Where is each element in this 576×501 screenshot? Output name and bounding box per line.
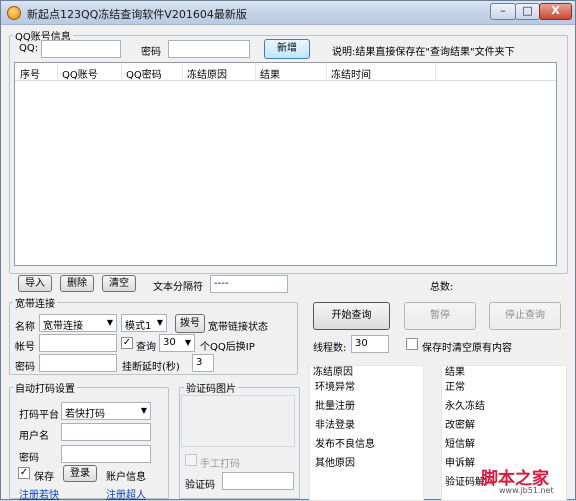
captcha-code-input[interactable] (222, 472, 294, 490)
chevron-down-icon: ▼ (184, 338, 191, 347)
result-item: 正常 (445, 382, 465, 393)
separator-label: 文本分隔符 (153, 282, 203, 293)
broadband-account-label: 帐号 (15, 342, 35, 353)
freeze-reason-item: 环境异常 (315, 382, 355, 393)
dial-button[interactable]: 拨号 (175, 314, 205, 333)
result-item: 永久冻结 (445, 401, 485, 412)
keep-content-label: 保存时清空原有内容 (422, 343, 512, 354)
password-input[interactable] (168, 40, 250, 58)
qq-input[interactable] (41, 40, 121, 58)
register-ruokuai-link[interactable]: 注册若快 (19, 486, 59, 501)
captcha-user-label: 用户名 (19, 431, 49, 442)
threads-label: 线程数: (313, 343, 347, 354)
query-count-value: 30 (163, 337, 176, 348)
broadband-status: 宽带链接状态 (208, 322, 268, 333)
broadband-password-input[interactable] (39, 354, 117, 372)
stop-query-button[interactable]: 停止查询 (489, 302, 561, 330)
manual-captcha-label: 手工打码 (200, 459, 240, 470)
captcha-password-label: 密码 (19, 453, 39, 464)
results-title: 结果 (445, 367, 465, 378)
clear-button[interactable]: 清空 (102, 275, 136, 292)
col-header-index[interactable]: 序号 (20, 66, 40, 81)
broadband-name-select[interactable]: 宽带连接 ▼ (39, 314, 117, 332)
manual-captcha-checkbox[interactable] (185, 454, 197, 466)
watermark-url: www.jb51.net (499, 486, 554, 495)
import-button[interactable]: 导入 (18, 275, 52, 292)
query-label: 查询 (136, 342, 156, 353)
platform-label: 打码平台 (19, 410, 59, 421)
delay-label: 挂断延时(秒) (122, 362, 180, 373)
result-item: 短信解 (445, 439, 475, 450)
broadband-group-title: 宽带连接 (13, 295, 57, 310)
app-icon (7, 6, 21, 20)
result-item: 改密解 (445, 420, 475, 431)
separator-input[interactable]: ---- (210, 275, 288, 293)
captcha-code-label: 验证码 (185, 480, 215, 491)
broadband-name-label: 名称 (15, 322, 35, 333)
table-header: 序号 QQ账号 QQ密码 冻结原因 结果 冻结时间 (15, 63, 556, 81)
checkmark-icon: ✓ (19, 467, 29, 478)
broadband-name-value: 宽带连接 (43, 321, 83, 332)
query-checkbox[interactable]: ✓ (121, 337, 133, 349)
captcha-password-input[interactable] (61, 445, 151, 463)
pause-button[interactable]: 暂停 (404, 302, 476, 330)
captcha-user-input[interactable] (61, 423, 151, 441)
account-table[interactable]: 序号 QQ账号 QQ密码 冻结原因 结果 冻结时间 (14, 62, 557, 266)
checkmark-icon: ✓ (122, 337, 132, 348)
password-label: 密码 (141, 47, 161, 58)
platform-select[interactable]: 若快打码 ▼ (61, 402, 151, 420)
platform-value: 若快打码 (65, 409, 105, 420)
col-header-password[interactable]: QQ密码 (126, 66, 162, 81)
account-info-label: 账户信息 (106, 472, 146, 483)
mode-value: 模式1 (125, 321, 152, 332)
chevron-down-icon: ▼ (156, 318, 163, 327)
col-header-qq[interactable]: QQ账号 (62, 66, 98, 81)
col-header-reason[interactable]: 冻结原因 (187, 66, 227, 81)
captcha-image (181, 395, 295, 447)
register-super-link[interactable]: 注册超人 (106, 486, 146, 501)
ip-change-label: 个QQ后换IP (200, 342, 255, 353)
window-title: 新起点123QQ冻结查询软件V201604最新版 (27, 8, 247, 21)
qq-label: QQ: (19, 43, 39, 54)
title-bar[interactable]: 新起点123QQ冻结查询软件V201604最新版 – □ X (1, 1, 575, 25)
add-button[interactable]: 新增 (264, 39, 310, 59)
broadband-account-input[interactable] (39, 334, 117, 352)
broadband-password-label: 密码 (15, 362, 35, 373)
login-button[interactable]: 登录 (63, 465, 97, 482)
keep-content-checkbox[interactable] (406, 338, 418, 350)
query-count-select[interactable]: 30 ▼ (159, 334, 195, 352)
captcha-image-title: 验证码图片 (184, 380, 238, 395)
minimize-button[interactable]: – (490, 3, 516, 20)
delete-button[interactable]: 删除 (60, 275, 94, 292)
freeze-reason-item: 非法登录 (315, 420, 355, 431)
close-button[interactable]: X (539, 3, 572, 20)
delay-input[interactable]: 3 (192, 354, 214, 372)
freeze-reason-item: 发布不良信息 (315, 439, 375, 450)
total-label: 总数: (430, 282, 454, 293)
threads-input[interactable]: 30 (351, 335, 389, 353)
col-header-result[interactable]: 结果 (260, 66, 280, 81)
save-note: 说明:结果直接保存在"查询结果"文件夹下 (332, 47, 515, 58)
col-header-time[interactable]: 冻结时间 (331, 66, 371, 81)
freeze-reason-item: 批量注册 (315, 401, 355, 412)
chevron-down-icon: ▼ (106, 318, 113, 327)
save-label: 保存 (34, 472, 54, 483)
mode-select[interactable]: 模式1 ▼ (121, 314, 167, 332)
save-checkbox[interactable]: ✓ (18, 467, 30, 479)
maximize-button[interactable]: □ (515, 3, 540, 20)
start-query-button[interactable]: 开始查询 (313, 302, 390, 330)
captcha-settings-title: 自动打码设置 (13, 380, 77, 395)
app-window: 新起点123QQ冻结查询软件V201604最新版 – □ X QQ账号信息 QQ… (0, 0, 576, 501)
freeze-reason-item: 其他原因 (315, 458, 355, 469)
chevron-down-icon: ▼ (140, 406, 147, 415)
watermark: 脚本之家 www.jb51.net (471, 464, 576, 501)
freeze-reasons-title: 冻结原因 (313, 367, 353, 378)
